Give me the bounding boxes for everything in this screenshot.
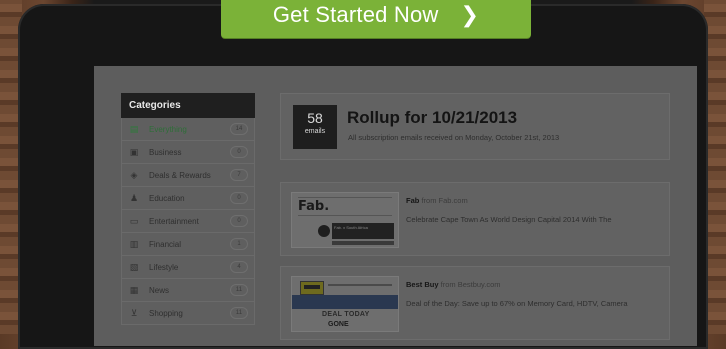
count-badge: 0 bbox=[230, 146, 248, 158]
sidebar-item-education[interactable]: ♟ Education 0 bbox=[121, 187, 255, 210]
email-count-unit: emails bbox=[304, 128, 326, 135]
monitor-icon: ▭ bbox=[129, 215, 139, 226]
graduation-cap-icon: ♟ bbox=[129, 192, 139, 203]
email-sender[interactable]: Best Buy from Bestbuy.com bbox=[406, 280, 501, 289]
rollup-header: 58 emails Rollup for 10/21/2013 All subs… bbox=[280, 93, 670, 160]
thumb-divider bbox=[298, 197, 392, 198]
rollup-subtitle: All subscription emails received on Mond… bbox=[348, 133, 560, 142]
tag-icon: ◈ bbox=[130, 169, 138, 180]
newspaper-icon: ▦ bbox=[129, 284, 139, 295]
sidebar-item-business[interactable]: ▣ Business 0 bbox=[121, 141, 255, 164]
sidebar-item-label: Everything bbox=[149, 124, 187, 134]
sidebar-item-label: Financial bbox=[149, 239, 182, 249]
sender-name: Fab bbox=[406, 196, 420, 205]
email-subject[interactable]: Celebrate Cape Town As World Design Capi… bbox=[406, 215, 612, 224]
sidebar-item-label: Deals & Rewards bbox=[149, 170, 211, 180]
email-count-badge: 58 emails bbox=[293, 105, 337, 149]
thumb-divider bbox=[298, 215, 392, 216]
gone-text: GONE bbox=[328, 321, 349, 328]
sidebar-item-lifestyle[interactable]: ▧ Lifestyle 4 bbox=[121, 256, 255, 279]
cart-icon: ⊻ bbox=[130, 307, 138, 318]
laptop-frame: Categories ▤ Everything 14 ▣ Business 0 ◈ Deals… bbox=[18, 4, 708, 349]
sender-domain: from Fab.com bbox=[421, 196, 468, 205]
sidebar-item-label: Shopping bbox=[149, 308, 183, 318]
briefcase-icon: ▣ bbox=[129, 146, 139, 157]
rollup-title: Rollup for 10/21/2013 bbox=[347, 108, 518, 127]
count-badge: 1 bbox=[230, 238, 248, 250]
sender-name: Best Buy bbox=[406, 280, 439, 289]
sidebar-item-label: News bbox=[149, 285, 170, 295]
sidebar-item-label: Entertainment bbox=[149, 216, 199, 226]
count-badge: 7 bbox=[230, 169, 248, 181]
sidebar-item-news[interactable]: ▦ News 11 bbox=[121, 279, 255, 302]
sidebar-heading: Categories bbox=[121, 93, 255, 118]
count-badge: 14 bbox=[230, 123, 248, 135]
email-subject[interactable]: Deal of the Day: Save up to 67% on Memor… bbox=[406, 299, 628, 308]
thumb-nav-bar bbox=[328, 284, 392, 286]
sidebar-item-label: Business bbox=[149, 147, 182, 157]
deal-today-text: DEAL TODAY bbox=[322, 311, 370, 318]
count-badge: 11 bbox=[230, 284, 248, 296]
photo-icon: ▧ bbox=[129, 261, 139, 272]
get-started-button[interactable]: Get Started Now ❯ bbox=[221, 0, 531, 38]
sidebar-item-label: Education bbox=[149, 193, 185, 203]
count-badge: 0 bbox=[230, 192, 248, 204]
email-item[interactable]: Fab. Fab. x South Africa Fab from Fab.co… bbox=[280, 182, 670, 256]
email-item[interactable]: DEAL TODAY GONE Best Buy from Bestbuy.co… bbox=[280, 266, 670, 340]
count-badge: 4 bbox=[230, 261, 248, 273]
sidebar-item-financial[interactable]: ▥ Financial 1 bbox=[121, 233, 255, 256]
chevron-right-icon: ❯ bbox=[460, 2, 480, 27]
get-started-label: Get Started Now bbox=[272, 2, 439, 27]
sender-domain: from Bestbuy.com bbox=[440, 280, 501, 289]
chart-icon: ▥ bbox=[129, 238, 139, 249]
category-sidebar: Categories ▤ Everything 14 ▣ Business 0 ◈ Deals… bbox=[121, 93, 255, 325]
email-sender[interactable]: Fab from Fab.com bbox=[406, 196, 468, 205]
thumb-banner bbox=[292, 295, 398, 309]
fab-logo: Fab. bbox=[298, 199, 330, 214]
thumb-bar bbox=[332, 241, 394, 245]
email-count: 58 bbox=[307, 110, 323, 126]
fab-graphic bbox=[318, 225, 330, 237]
sidebar-item-deals-rewards[interactable]: ◈ Deals & Rewards 7 bbox=[121, 164, 255, 187]
fab-banner: Fab. x South Africa bbox=[332, 223, 394, 239]
email-thumbnail[interactable]: DEAL TODAY GONE bbox=[291, 276, 399, 332]
bestbuy-logo-icon bbox=[300, 281, 324, 295]
email-thumbnail[interactable]: Fab. Fab. x South Africa bbox=[291, 192, 399, 248]
sidebar-item-everything[interactable]: ▤ Everything 14 bbox=[121, 118, 255, 141]
count-badge: 11 bbox=[230, 307, 248, 319]
sidebar-item-entertainment[interactable]: ▭ Entertainment 0 bbox=[121, 210, 255, 233]
count-badge: 0 bbox=[230, 215, 248, 227]
sidebar-item-label: Lifestyle bbox=[149, 262, 179, 272]
sidebar-item-shopping[interactable]: ⊻ Shopping 11 bbox=[121, 302, 255, 325]
app-screen: Categories ▤ Everything 14 ▣ Business 0 ◈ Deals… bbox=[94, 66, 697, 346]
inbox-icon: ▤ bbox=[129, 123, 139, 134]
category-list: ▤ Everything 14 ▣ Business 0 ◈ Deals & Rewards 7… bbox=[121, 118, 255, 325]
